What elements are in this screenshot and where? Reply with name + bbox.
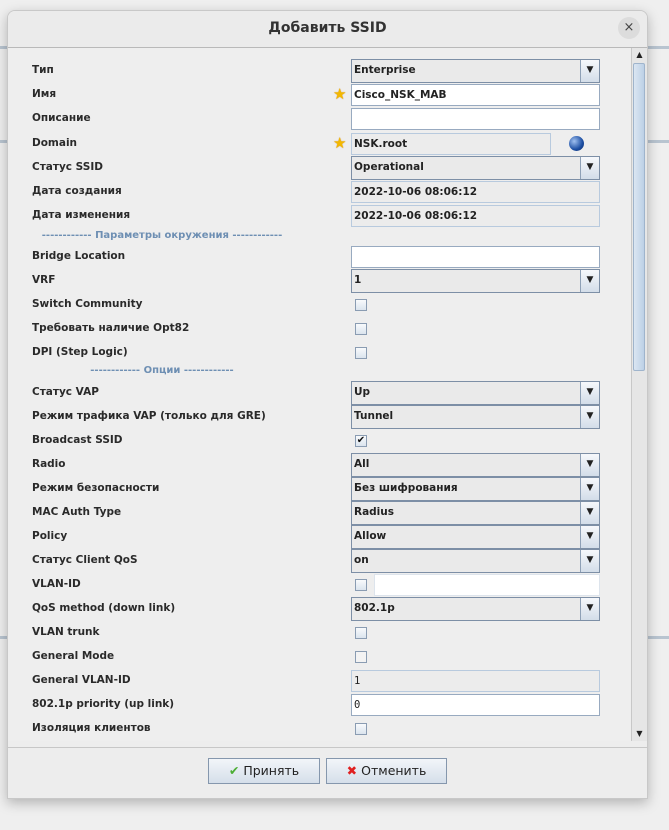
title-bar[interactable]: Добавить SSID ×	[8, 11, 647, 48]
chevron-down-icon[interactable]: ▼	[580, 478, 599, 500]
chevron-down-icon[interactable]: ▼	[580, 502, 599, 524]
label-policy: Policy	[32, 530, 68, 542]
label-статус-vap: Статус VAP	[32, 386, 99, 398]
vlan-id-checkbox[interactable]	[355, 579, 367, 591]
bridge-location-input[interactable]	[351, 246, 600, 268]
режим-безопасности-dropdown[interactable]: Без шифрования ▼	[351, 477, 600, 501]
label-802-1p-priority-up-link: 802.1p priority (up link)	[32, 698, 175, 710]
label-domain: Domain	[32, 137, 78, 149]
chevron-down-icon[interactable]: ▼	[580, 60, 599, 82]
статус-vap-dropdown[interactable]: Up ▼	[351, 381, 600, 405]
chevron-down-icon[interactable]: ▼	[580, 382, 599, 404]
label-статус-ssid: Статус SSID	[32, 161, 103, 173]
дата-создания-field: 2022-10-06 08:06:12	[351, 181, 600, 203]
switch-community-checkbox[interactable]	[355, 299, 367, 311]
тип-dropdown[interactable]: Enterprise ▼	[351, 59, 600, 83]
general-mode-checkbox[interactable]	[355, 651, 367, 663]
chevron-down-icon[interactable]: ▼	[580, 406, 599, 428]
label-статус-client-qos: Статус Client QoS	[32, 554, 138, 566]
scroll-up-icon[interactable]: ▲	[632, 48, 647, 62]
изоляция-клиентов-checkbox[interactable]	[355, 723, 367, 735]
selected-value: 1	[354, 274, 362, 286]
selected-value: Operational	[354, 161, 424, 173]
label-описание: Описание	[32, 112, 91, 124]
vlan-id-input[interactable]	[374, 574, 600, 596]
имя-input[interactable]: Cisco_NSK_MAB	[351, 84, 600, 106]
дата-изменения-field: 2022-10-06 08:06:12	[351, 205, 600, 227]
label-дата-создания: Дата создания	[32, 185, 122, 197]
section-header: ------------ Параметры окружения -------…	[41, 230, 283, 241]
section-header: ------------ Опции ------------	[90, 365, 234, 376]
accept-button[interactable]: ✔ Принять	[208, 758, 320, 784]
label-switch-community: Switch Community	[32, 298, 143, 310]
cancel-label: Отменить	[361, 763, 427, 778]
статус-ssid-dropdown[interactable]: Operational ▼	[351, 156, 600, 180]
button-bar: ✔ Принять ✖ Отменить	[8, 747, 647, 798]
cancel-button[interactable]: ✖ Отменить	[326, 758, 447, 784]
accept-label: Принять	[243, 763, 300, 778]
chevron-down-icon[interactable]: ▼	[580, 526, 599, 548]
selected-value: Tunnel	[354, 410, 394, 422]
label-режим-безопасности: Режим безопасности	[32, 482, 160, 494]
chevron-down-icon[interactable]: ▼	[580, 270, 599, 292]
radio-dropdown[interactable]: All ▼	[351, 453, 600, 477]
label-имя: Имя	[32, 88, 57, 100]
general-vlan-id-field: 1	[351, 670, 600, 692]
selected-value: Radius	[354, 506, 395, 518]
add-ssid-dialog: Добавить SSID × Тип Enterprise ▼ Имя ★ Cisco_…	[7, 10, 648, 799]
domain-field: NSK.root	[351, 133, 551, 155]
selected-value: Без шифрования	[354, 482, 458, 494]
label-mac-auth-type: MAC Auth Type	[32, 506, 122, 518]
label-vrf: VRF	[32, 274, 56, 286]
режим-трафика-vap-только-для-gre-dropdown[interactable]: Tunnel ▼	[351, 405, 600, 429]
selected-value: on	[354, 554, 369, 566]
label-dpi-step-logic: DPI (Step Logic)	[32, 346, 128, 358]
form-panel: Тип Enterprise ▼ Имя ★ Cisco_NSK_MAB Описание D…	[8, 48, 632, 741]
chevron-down-icon[interactable]: ▼	[580, 157, 599, 179]
qos-method-down-link-dropdown[interactable]: 802.1p ▼	[351, 597, 600, 621]
label-bridge-location: Bridge Location	[32, 250, 126, 262]
label-radio: Radio	[32, 458, 66, 470]
label-дата-изменения: Дата изменения	[32, 209, 131, 221]
chevron-down-icon[interactable]: ▼	[580, 550, 599, 572]
dialog-title: Добавить SSID	[268, 20, 387, 36]
label-broadcast-ssid: Broadcast SSID	[32, 434, 123, 446]
802-1p-priority-up-link-input[interactable]: 0	[351, 694, 600, 716]
vrf-dropdown[interactable]: 1 ▼	[351, 269, 600, 293]
selected-value: Enterprise	[354, 64, 416, 76]
check-icon: ✔	[228, 763, 240, 778]
scroll-down-icon[interactable]: ▼	[632, 727, 647, 741]
close-button[interactable]: ×	[618, 17, 640, 39]
статус-client-qos-dropdown[interactable]: on ▼	[351, 549, 600, 573]
selected-value: 802.1p	[354, 602, 395, 614]
scroll-thumb[interactable]	[633, 63, 645, 371]
dpi-step-logic-checkbox[interactable]	[355, 347, 367, 359]
label-режим-трафика-vap-только-для-gre: Режим трафика VAP (только для GRE)	[32, 410, 266, 422]
selected-value: All	[354, 458, 370, 470]
label-тип: Тип	[32, 64, 54, 76]
vertical-scrollbar[interactable]: ▲ ▼	[631, 48, 647, 741]
broadcast-ssid-checkbox[interactable]: ✔	[355, 435, 367, 447]
label-general-mode: General Mode	[32, 650, 115, 662]
описание-input[interactable]	[351, 108, 600, 130]
required-star-icon: ★	[333, 134, 347, 152]
label-изоляция-клиентов: Изоляция клиентов	[32, 722, 151, 734]
required-star-icon: ★	[333, 85, 347, 103]
cross-icon: ✖	[346, 763, 358, 778]
globe-icon[interactable]	[569, 136, 584, 151]
label-vlan-id: VLAN-ID	[32, 578, 81, 590]
label-vlan-trunk: VLAN trunk	[32, 626, 100, 638]
label-general-vlan-id: General VLAN-ID	[32, 674, 131, 686]
требовать-наличие-opt82-checkbox[interactable]	[355, 323, 367, 335]
selected-value: Up	[354, 386, 371, 398]
selected-value: Allow	[354, 530, 387, 542]
chevron-down-icon[interactable]: ▼	[580, 598, 599, 620]
chevron-down-icon[interactable]: ▼	[580, 454, 599, 476]
policy-dropdown[interactable]: Allow ▼	[351, 525, 600, 549]
vlan-trunk-checkbox[interactable]	[355, 627, 367, 639]
label-требовать-наличие-opt82: Требовать наличие Opt82	[32, 322, 190, 334]
label-qos-method-down-link: QoS method (down link)	[32, 602, 176, 614]
mac-auth-type-dropdown[interactable]: Radius ▼	[351, 501, 600, 525]
